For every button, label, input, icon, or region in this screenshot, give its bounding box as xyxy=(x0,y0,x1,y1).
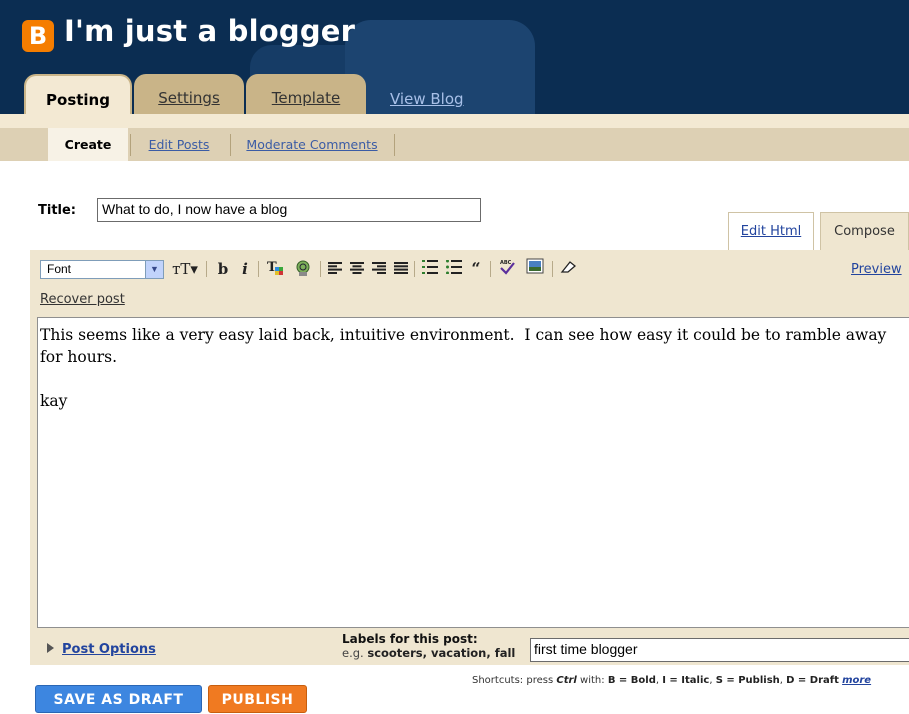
font-select-value: Font xyxy=(47,262,72,276)
tab-template[interactable]: Template xyxy=(246,74,366,114)
shortcuts-hint: Shortcuts: press Ctrl with: B = Bold, I … xyxy=(472,675,872,686)
svg-text:ABC: ABC xyxy=(500,260,512,266)
align-right-icon[interactable] xyxy=(370,258,388,280)
spellcheck-icon[interactable]: ABC xyxy=(496,258,518,280)
bulleted-list-icon[interactable] xyxy=(444,258,464,280)
post-options-label: Post Options xyxy=(62,642,156,657)
tab-posting[interactable]: Posting xyxy=(24,74,132,114)
text-color-icon[interactable]: T xyxy=(264,258,286,280)
triangle-right-icon xyxy=(47,643,54,653)
subnav-create[interactable]: Create xyxy=(48,128,128,161)
editor: Font ▼ тТ▾ b i T “ ABC Preview Recover p… xyxy=(30,250,909,665)
chevron-down-icon[interactable]: ▼ xyxy=(145,261,163,278)
font-select[interactable]: Font ▼ xyxy=(40,260,164,279)
preview-link[interactable]: Preview xyxy=(851,262,902,277)
bold-icon[interactable]: b xyxy=(214,258,232,280)
editor-toolbar: Font ▼ тТ▾ b i T “ ABC Preview xyxy=(30,250,909,288)
post-body-editor[interactable]: This seems like a very easy laid back, i… xyxy=(37,317,909,628)
italic-icon[interactable]: i xyxy=(238,258,252,280)
labels-example: e.g. scooters, vacation, fall xyxy=(342,646,516,660)
align-center-icon[interactable] xyxy=(348,258,366,280)
sub-navigation: Create Edit Posts Moderate Comments xyxy=(0,114,909,161)
post-body-text[interactable]: This seems like a very easy laid back, i… xyxy=(40,324,900,412)
recover-post-link[interactable]: Recover post xyxy=(40,292,125,307)
blog-header: B I'm just a blogger Settings Template P… xyxy=(0,0,909,114)
labels-title: Labels for this post: xyxy=(342,632,478,646)
image-icon[interactable] xyxy=(524,258,546,280)
numbered-list-icon[interactable] xyxy=(420,258,440,280)
tab-edit-html[interactable]: Edit Html xyxy=(728,212,814,250)
justify-icon[interactable] xyxy=(392,258,410,280)
blog-title: I'm just a blogger xyxy=(64,14,356,48)
divider xyxy=(230,134,231,156)
tab-settings[interactable]: Settings xyxy=(134,74,244,114)
divider xyxy=(130,134,131,156)
title-input[interactable]: What to do, I now have a blog xyxy=(97,198,481,222)
logo-letter: B xyxy=(28,22,48,50)
subnav-edit-posts[interactable]: Edit Posts xyxy=(136,128,222,161)
font-size-icon[interactable]: тТ▾ xyxy=(168,258,202,280)
post-options-toggle[interactable]: Post Options xyxy=(47,642,156,657)
divider xyxy=(394,134,395,156)
shortcuts-more-link[interactable]: more xyxy=(842,675,871,686)
blogger-logo-icon[interactable]: B xyxy=(22,20,54,52)
link-icon[interactable] xyxy=(292,258,314,280)
labels-input[interactable]: first time blogger xyxy=(530,638,909,662)
post-options-row: Post Options Labels for this post: e.g. … xyxy=(30,628,909,665)
remove-formatting-icon[interactable] xyxy=(558,258,578,280)
blockquote-icon[interactable]: “ xyxy=(466,258,486,280)
align-left-icon[interactable] xyxy=(326,258,344,280)
subnav-moderate-comments[interactable]: Moderate Comments xyxy=(232,128,392,161)
title-label: Title: xyxy=(38,203,77,218)
tab-compose[interactable]: Compose xyxy=(820,212,909,250)
view-blog-link[interactable]: View Blog xyxy=(390,90,464,108)
